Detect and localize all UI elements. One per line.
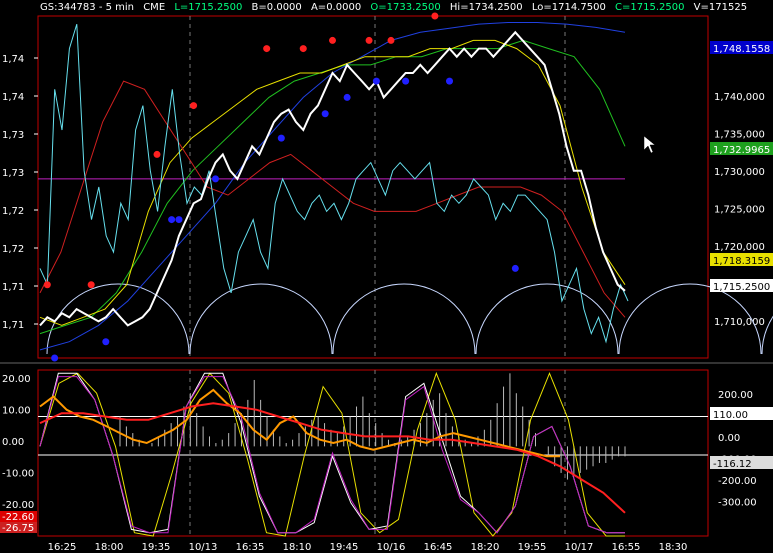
price-tag-label: 1,732.9965 [713,145,770,156]
price-tick-left: 1,73 [2,130,24,141]
price-tick-left: 1,74 [2,92,24,103]
osc-tick-left: 0.00 [2,437,24,448]
mouse-cursor-icon [643,135,656,154]
swing-high-dot [43,281,51,289]
osc-tick-left: 10.00 [2,406,31,417]
swing-high-dot [431,12,439,20]
swing-low-dot [372,77,380,85]
swing-low-dot [277,134,285,142]
swing-high-dot [329,36,336,44]
x-axis-label: 10/17 [565,542,594,553]
swing-low-dot [102,338,110,346]
stock-chart[interactable]: 1,74 1,74 1,73 1,73 1,72 1,72 1,71 1,71 1,740,00… [0,0,773,553]
price-tag-label: 1,748.1558 [713,44,770,55]
x-axis-label: 16:35 [236,542,265,553]
x-axis-label: 18:00 [95,542,124,553]
price-tick-right: 1,720,000 [714,242,765,253]
osc-tick-left: 20.00 [2,374,31,385]
x-axis-label: 19:45 [330,542,359,553]
x-axis-label: 19:55 [518,542,547,553]
swing-low-dot [175,216,183,224]
x-axis-label: 18:10 [283,542,312,553]
cycle-arc [475,283,619,355]
price-tick-left: 1,72 [2,206,24,217]
price-tick-right: 1,710,000 [714,317,765,328]
osc-tick-right: 200.00 [718,390,753,401]
swing-high-dot [190,102,198,110]
price-tick-left: 1,71 [2,320,24,331]
x-axis-label: 10/13 [189,542,218,553]
price-panel-frame [37,15,709,359]
price-tick-left: 1,74 [2,54,24,65]
price-tick-right: 1,740,000 [714,92,765,103]
price-tick-left: 1,72 [2,244,24,255]
price-tick-right: 1,725,000 [714,205,765,216]
swing-high-dot [263,45,271,53]
osc-tick-left: -20.00 [2,500,34,511]
x-axis-label: 16:55 [612,542,641,553]
osc-tick-right: -300.00 [718,498,757,509]
osc-left-tag-label: -26.75 [2,523,34,534]
swing-high-dot [387,36,395,44]
osc-right-tag-label: 110.00 [713,410,748,421]
swing-low-dot [51,354,59,362]
osc-tick-right: -200.00 [718,476,757,487]
price-tag-label: 1,715.2500 [713,282,770,293]
osc-tick-right: 0.00 [718,433,740,444]
cycle-arc [332,283,476,355]
swing-high-dot [299,45,307,53]
price-tick-right: 1,730,000 [714,167,765,178]
price-tick-left: 1,73 [2,168,24,179]
swing-high-dot [87,281,95,289]
price-tag-label: 1,718.3159 [713,256,770,267]
x-axis-label: 10/16 [377,542,406,553]
x-axis-label: 16:45 [424,542,453,553]
swing-high-dot [365,36,373,44]
x-axis-label: 16:25 [48,542,77,553]
x-axis-label: 18:30 [659,542,688,553]
swing-low-dot [343,93,351,101]
swing-low-dot [446,77,453,85]
swing-high-dot [153,150,161,158]
swing-low-dot [321,110,329,118]
x-axis-label: 18:20 [471,542,500,553]
osc-tick-left: -10.00 [2,469,34,480]
swing-low-dot [168,216,176,224]
cycle-arc [189,283,333,355]
osc-left-tag-label: -22.60 [2,512,34,523]
swing-low-dot [402,77,410,85]
oscillator-panel-frame [37,369,709,537]
x-axis-label: 19:35 [142,542,171,553]
price-tick-left: 1,71 [2,282,24,293]
osc-right-tag-label: -116.12 [713,459,752,470]
price-tick-right: 1,735,000 [714,130,765,141]
swing-low-dot [212,175,219,183]
swing-low-dot [511,264,519,272]
